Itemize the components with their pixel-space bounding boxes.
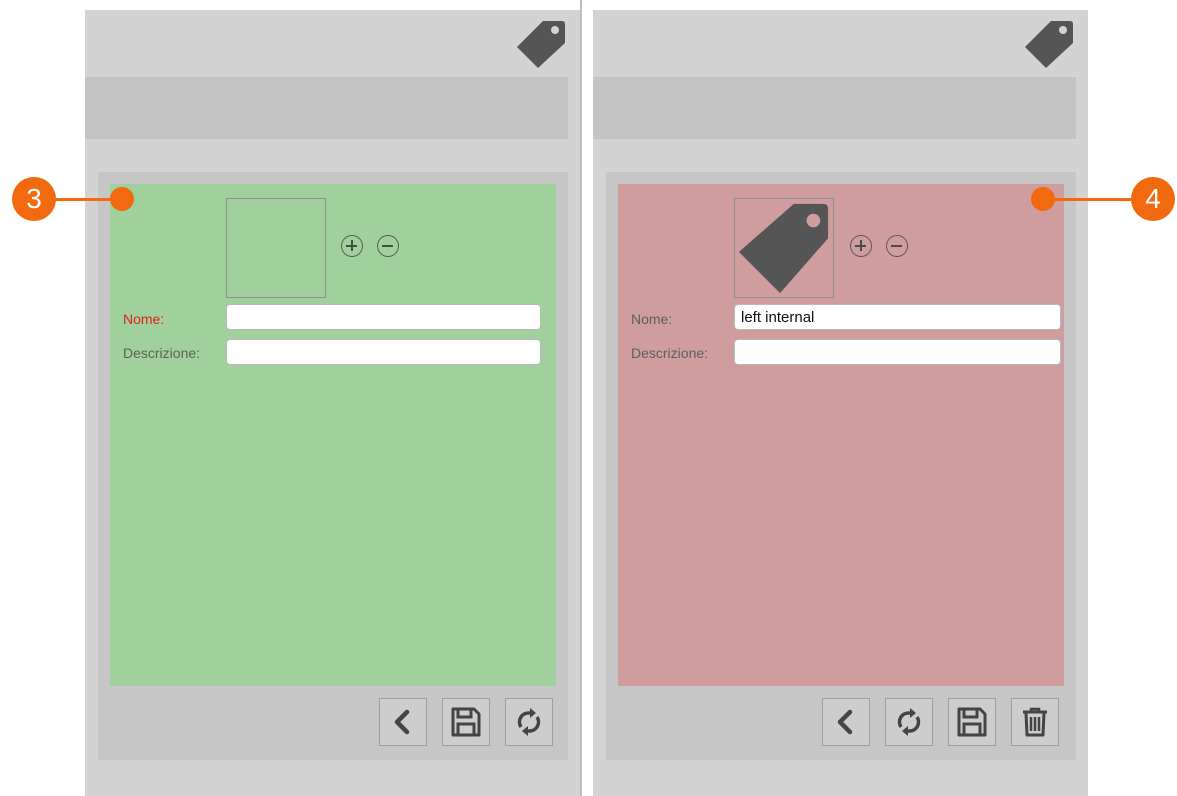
name-input[interactable]: [734, 304, 1061, 330]
tag-panel-new: Nome: Descrizione:: [85, 10, 580, 796]
toolbar-band: [593, 77, 1076, 139]
callout-dot-4: [1031, 187, 1055, 211]
save-button[interactable]: [948, 698, 996, 746]
description-label: Descrizione:: [631, 345, 709, 361]
toolbar-band: [85, 77, 568, 139]
zoom-in-button[interactable]: [850, 235, 872, 257]
name-label: Nome:: [631, 311, 673, 327]
back-button[interactable]: [822, 698, 870, 746]
tag-image[interactable]: [734, 198, 834, 298]
save-icon: [451, 707, 481, 737]
save-button[interactable]: [442, 698, 490, 746]
tag-icon: [1023, 18, 1075, 70]
panel-divider: [580, 0, 582, 796]
tag-form: Nome: Descrizione:: [110, 184, 556, 686]
name-label: Nome:: [123, 311, 165, 327]
zoom-out-button[interactable]: [377, 235, 399, 257]
tag-form: Nome: Descrizione:: [618, 184, 1064, 686]
detail-frame: Nome: Descrizione:: [606, 172, 1076, 760]
tag-icon: [515, 18, 567, 70]
save-icon: [957, 707, 987, 737]
refresh-button[interactable]: [505, 698, 553, 746]
tag-image-placeholder[interactable]: [226, 198, 326, 298]
detail-frame: Nome: Descrizione:: [98, 172, 568, 760]
back-button[interactable]: [379, 698, 427, 746]
callout-dot-3: [110, 187, 134, 211]
delete-button[interactable]: [1011, 698, 1059, 746]
tag-icon: [738, 203, 829, 294]
description-input[interactable]: [734, 339, 1061, 365]
back-icon: [394, 709, 410, 735]
refresh-icon: [517, 708, 541, 736]
description-label: Descrizione:: [123, 345, 201, 361]
back-icon: [837, 709, 853, 735]
callout-badge-4: 4: [1131, 177, 1175, 221]
description-input[interactable]: [226, 339, 541, 365]
name-input[interactable]: [226, 304, 541, 330]
zoom-in-button[interactable]: [341, 235, 363, 257]
refresh-button[interactable]: [885, 698, 933, 746]
zoom-out-button[interactable]: [886, 235, 908, 257]
tag-panel-existing: Nome: Descrizione:: [593, 10, 1088, 796]
trash-icon: [1023, 707, 1047, 737]
refresh-icon: [897, 708, 921, 736]
